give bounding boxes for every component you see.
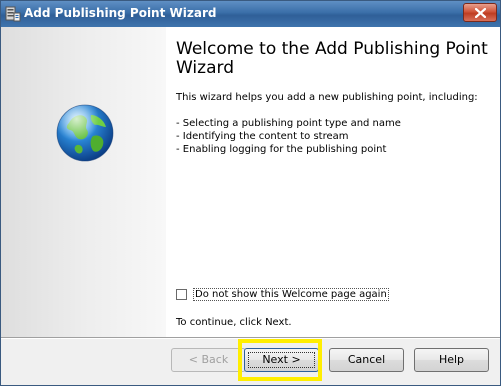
dont-show-welcome-checkbox[interactable] bbox=[176, 289, 187, 300]
wizard-window: Add Publishing Point Wizard Welcome to t… bbox=[0, 0, 501, 386]
wizard-side-panel bbox=[1, 27, 166, 337]
list-item: - Identifying the content to stream bbox=[176, 131, 349, 142]
wizard-content: Welcome to the Add Publishing Point Wiza… bbox=[166, 27, 500, 337]
back-button-label: < Back bbox=[188, 353, 229, 366]
help-button[interactable]: Help bbox=[414, 348, 489, 372]
intro-text: This wizard helps you add a new publishi… bbox=[176, 92, 478, 103]
cancel-button[interactable]: Cancel bbox=[329, 348, 404, 372]
globe-icon bbox=[56, 104, 114, 162]
close-icon bbox=[475, 8, 486, 18]
list-item: - Enabling logging for the publishing po… bbox=[176, 144, 387, 155]
page-title: Welcome to the Add Publishing Point Wiza… bbox=[176, 39, 488, 78]
dont-show-welcome-label[interactable]: Do not show this Welcome page again bbox=[193, 288, 389, 301]
window-title: Add Publishing Point Wizard bbox=[24, 6, 217, 20]
continue-instruction: To continue, click Next. bbox=[176, 317, 292, 328]
server-app-icon bbox=[5, 6, 21, 22]
next-button-highlight bbox=[238, 339, 322, 381]
feature-list: - Selecting a publishing point type and … bbox=[176, 117, 401, 156]
cancel-button-label: Cancel bbox=[347, 353, 386, 366]
close-button[interactable] bbox=[463, 3, 497, 22]
back-button[interactable]: < Back bbox=[171, 348, 246, 372]
list-item: - Selecting a publishing point type and … bbox=[176, 118, 401, 129]
title-bar[interactable]: Add Publishing Point Wizard bbox=[1, 1, 500, 27]
help-button-label: Help bbox=[438, 353, 465, 366]
